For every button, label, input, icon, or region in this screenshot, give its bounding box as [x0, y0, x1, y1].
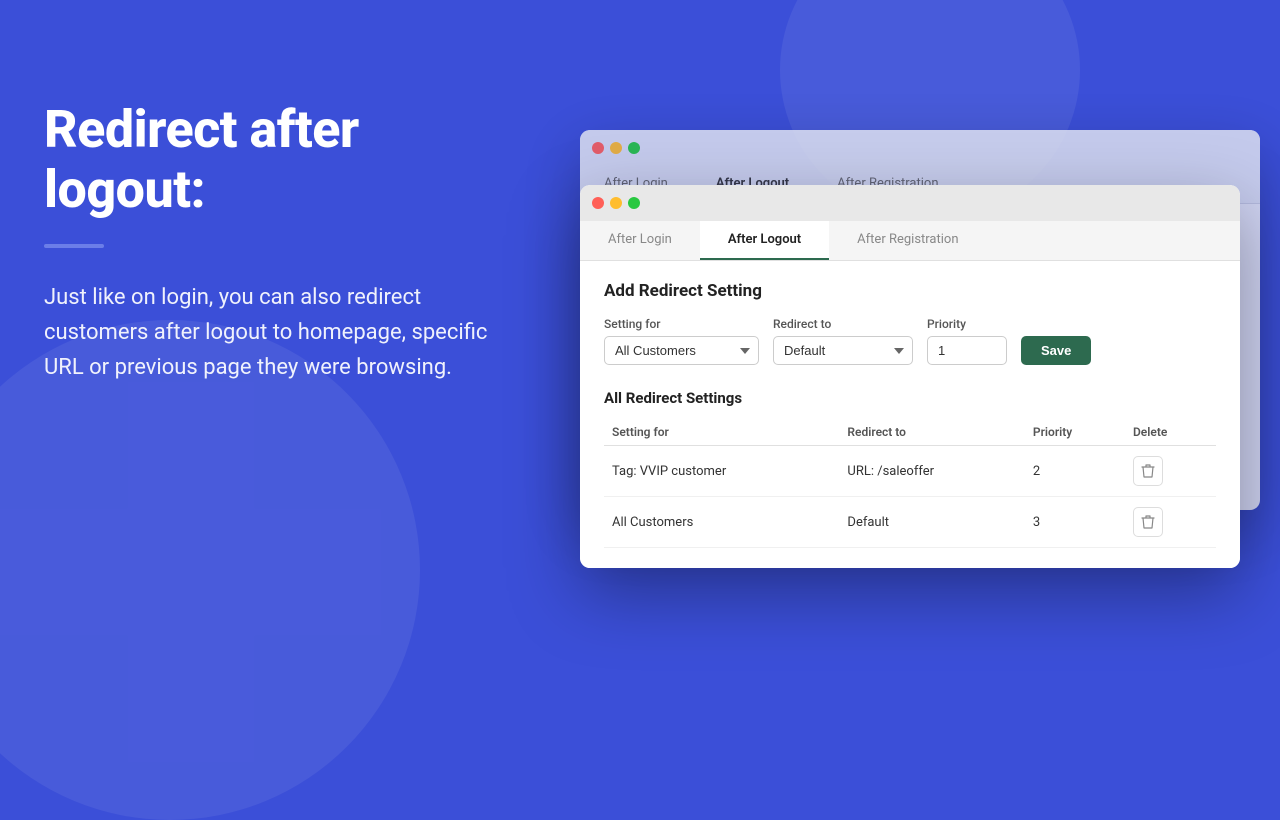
redirect-to-label: Redirect to: [773, 317, 913, 331]
window-behind-titlebar: [580, 130, 1260, 166]
left-panel: Redirect after logout: Just like on logi…: [44, 100, 504, 385]
window-front: After Login After Logout After Registrat…: [580, 185, 1240, 568]
table-header-row: Setting for Redirect to Priority Delete: [604, 419, 1216, 446]
priority-group: Priority: [927, 317, 1007, 365]
dot-yellow-front: [610, 197, 622, 209]
dot-red-behind: [592, 142, 604, 154]
dot-yellow-behind: [610, 142, 622, 154]
all-settings-section: All Redirect Settings Setting for Redire…: [604, 389, 1216, 548]
cell-redirect-to: Default: [839, 497, 1025, 548]
table-row: Tag: VVIP customer URL: /saleoffer 2: [604, 446, 1216, 497]
dot-green-front: [628, 197, 640, 209]
description-text: Just like on login, you can also redirec…: [44, 280, 504, 386]
delete-button[interactable]: [1133, 456, 1163, 486]
titlebar-front: [580, 185, 1240, 221]
setting-for-select[interactable]: All Customers Tag: VVIP customer Specifi…: [604, 336, 759, 365]
cell-priority: 3: [1025, 497, 1125, 548]
add-redirect-form-row: Setting for All Customers Tag: VVIP cust…: [604, 317, 1216, 365]
redirect-to-group: Redirect to Default Homepage Previous Pa…: [773, 317, 913, 365]
title-divider: [44, 244, 104, 248]
save-button[interactable]: Save: [1021, 336, 1091, 365]
all-settings-title: All Redirect Settings: [604, 389, 1216, 407]
cell-delete: [1125, 497, 1216, 548]
tab-after-login[interactable]: After Login: [580, 221, 700, 260]
add-redirect-title: Add Redirect Setting: [604, 281, 1216, 301]
table-row: All Customers Default 3: [604, 497, 1216, 548]
priority-label: Priority: [927, 317, 1007, 331]
cell-priority: 2: [1025, 446, 1125, 497]
col-header-setting-for: Setting for: [604, 419, 839, 446]
table-header: Setting for Redirect to Priority Delete: [604, 419, 1216, 446]
bg-decoration-circle-1: [0, 320, 420, 820]
delete-button[interactable]: [1133, 507, 1163, 537]
cell-redirect-to: URL: /saleoffer: [839, 446, 1025, 497]
dot-green-behind: [628, 142, 640, 154]
col-header-redirect-to: Redirect to: [839, 419, 1025, 446]
tabs-bar-front: After Login After Logout After Registrat…: [580, 221, 1240, 261]
cell-setting-for: Tag: VVIP customer: [604, 446, 839, 497]
window-main-content: Add Redirect Setting Setting for All Cus…: [580, 261, 1240, 568]
setting-for-label: Setting for: [604, 317, 759, 331]
col-header-priority: Priority: [1025, 419, 1125, 446]
tab-after-registration[interactable]: After Registration: [829, 221, 986, 260]
priority-input[interactable]: [927, 336, 1007, 365]
dot-red-front: [592, 197, 604, 209]
setting-for-group: Setting for All Customers Tag: VVIP cust…: [604, 317, 759, 365]
redirect-to-select[interactable]: Default Homepage Previous Page Custom UR…: [773, 336, 913, 365]
table-body: Tag: VVIP customer URL: /saleoffer 2 All…: [604, 446, 1216, 548]
main-title: Redirect after logout:: [44, 100, 504, 220]
col-header-delete: Delete: [1125, 419, 1216, 446]
settings-table: Setting for Redirect to Priority Delete …: [604, 419, 1216, 548]
cell-delete: [1125, 446, 1216, 497]
cell-setting-for: All Customers: [604, 497, 839, 548]
add-redirect-section: Add Redirect Setting Setting for All Cus…: [604, 281, 1216, 365]
tab-after-logout[interactable]: After Logout: [700, 221, 829, 260]
